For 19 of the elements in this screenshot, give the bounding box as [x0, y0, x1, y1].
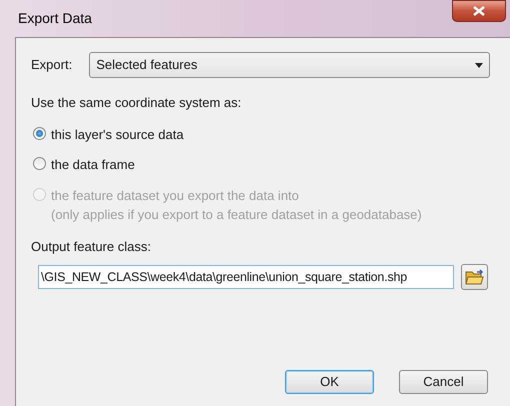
window-title: Export Data [18, 9, 92, 28]
ok-button[interactable]: OK [285, 370, 374, 394]
export-dropdown[interactable]: Selected features [89, 52, 490, 78]
browse-folder-button[interactable] [461, 264, 488, 290]
radio-label: the feature dataset you export the data into [51, 186, 300, 205]
close-button[interactable] [452, 0, 506, 22]
radio-label: the data frame [51, 156, 135, 174]
radio-button[interactable] [33, 157, 46, 170]
output-label: Output feature class: [31, 238, 152, 256]
cancel-button[interactable]: Cancel [399, 370, 488, 394]
output-path-field[interactable]: \GIS_NEW_CLASS\week4\data\greenline\union_square_station.shp [38, 265, 454, 289]
radio-button[interactable] [33, 126, 46, 140]
dropdown-arrow-icon [475, 62, 483, 68]
folder-icon [465, 269, 484, 285]
coordinate-system-label: Use the same coordinate system as: [31, 94, 242, 112]
radio-note: (only applies if you export to a feature dataset in a geodatabase) [51, 206, 422, 224]
export-label: Export: [31, 56, 72, 74]
close-icon [473, 6, 485, 16]
radio-label: this layer's source data [51, 126, 184, 144]
